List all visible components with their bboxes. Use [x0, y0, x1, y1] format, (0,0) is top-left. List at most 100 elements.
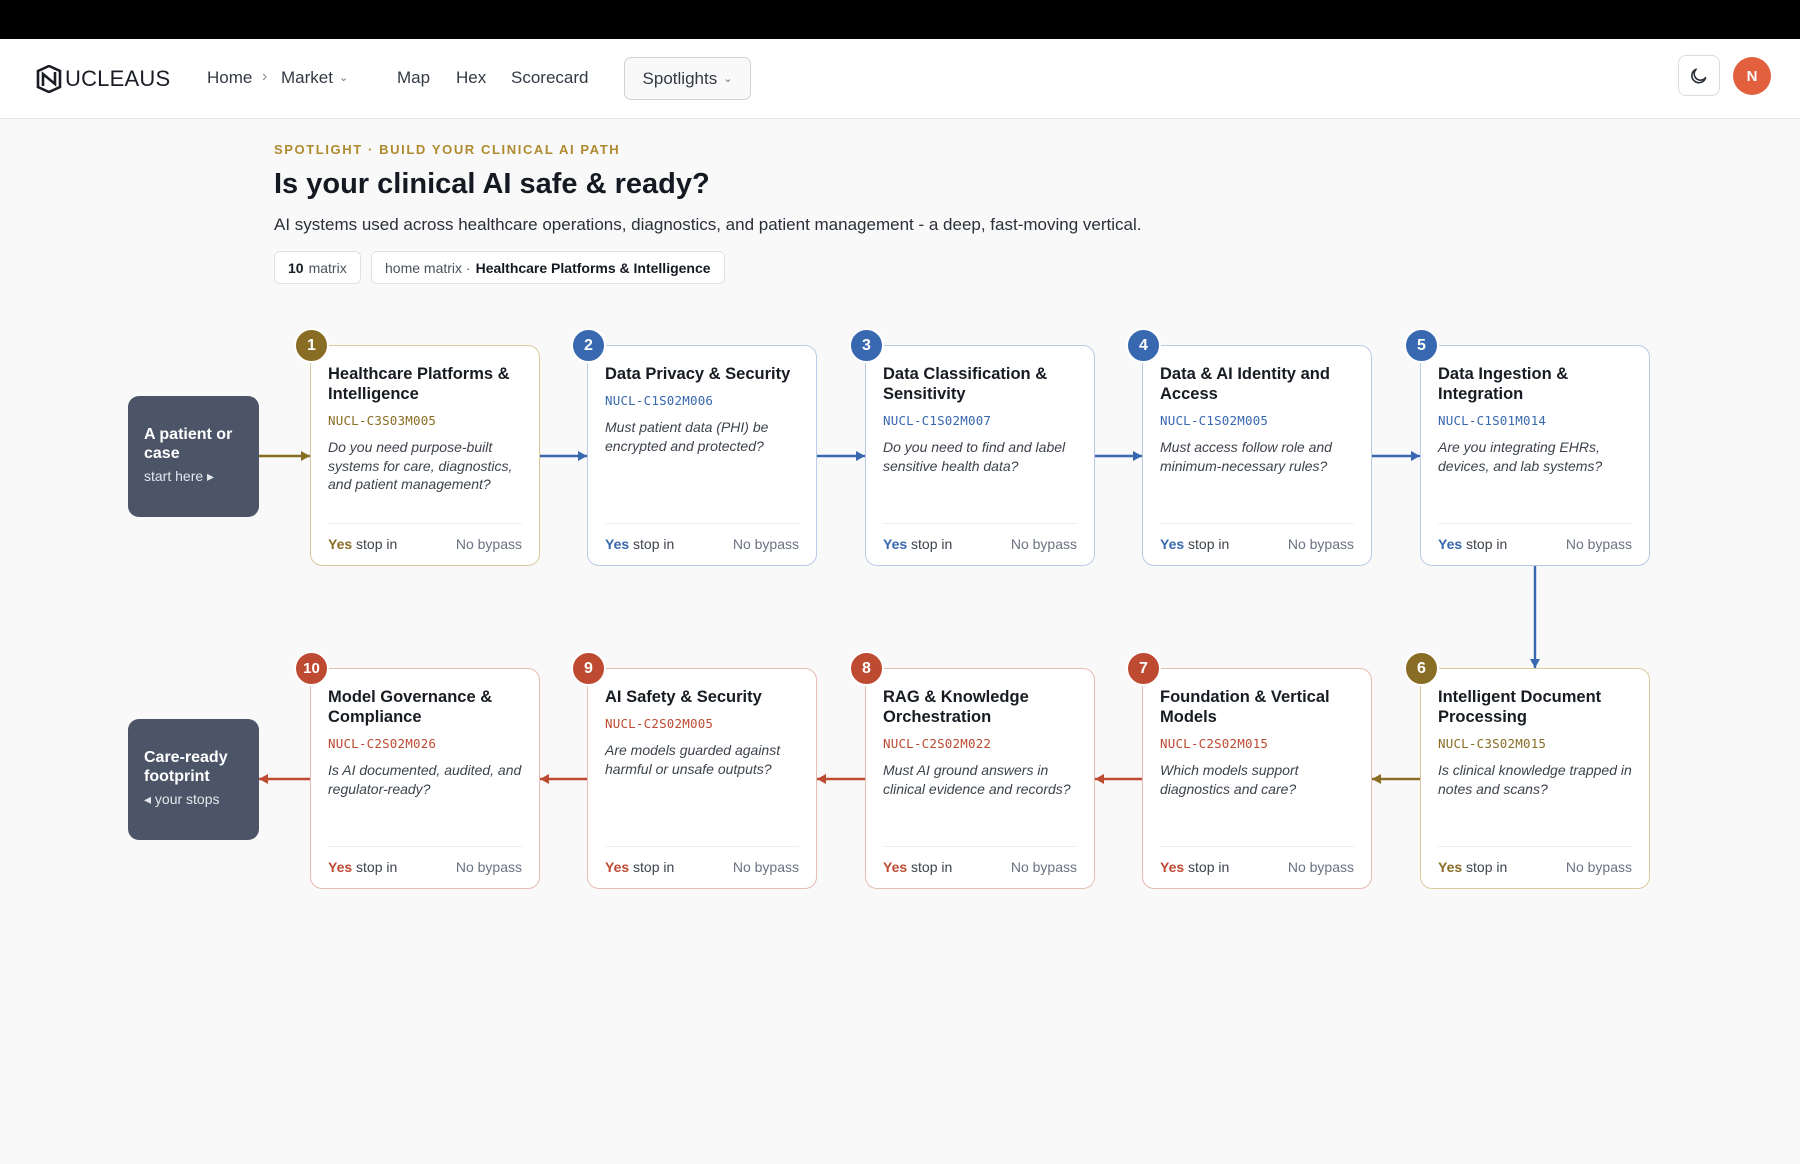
step-number-badge: 1 [294, 328, 329, 363]
step-yes: Yes stop in [605, 859, 674, 875]
nav-market-dropdown[interactable]: Market ⌄ [281, 68, 348, 88]
flow-end-node: Care-ready footprint ◂ your stops [128, 719, 259, 840]
step-yes: Yes stop in [1160, 859, 1229, 875]
step-number-badge: 3 [849, 328, 884, 363]
step-title: Data Ingestion & Integration [1438, 365, 1569, 403]
step-yes: Yes stop in [328, 859, 397, 875]
step-yes: Yes stop in [1438, 536, 1507, 552]
step-code: NUCL-C2S02M026 [328, 736, 437, 751]
nav-hex-link[interactable]: Hex [456, 68, 486, 88]
step-card-1[interactable]: Healthcare Platforms & Intelligence NUCL-… [310, 345, 540, 566]
step-title: Model Governance & Compliance [328, 688, 493, 726]
step-question: Do you need purpose-built systems for ca… [328, 439, 513, 492]
connector-8-to-9 [817, 774, 865, 784]
step-stop-label: stop in [633, 536, 675, 552]
step-card-9[interactable]: AI Safety & Security NUCL-C2S02M005 Are mo… [587, 668, 817, 889]
step-code: NUCL-C1S02M005 [1160, 413, 1269, 428]
step-footer: Yes stop in No bypass [1160, 846, 1354, 875]
step-code: NUCL-C2S02M005 [605, 716, 714, 731]
flow-start-title: A patient or case [144, 426, 233, 462]
step-bypass-label: No bypass [1010, 536, 1077, 552]
step-title: Data Privacy & Security [605, 365, 791, 383]
step-number-badge: 5 [1404, 328, 1439, 363]
eyebrow-label: SPOTLIGHT · BUILD YOUR CLINICAL AI PATH [274, 142, 621, 157]
logo[interactable]: UCLEAUS [34, 65, 170, 93]
step-number-badge: 6 [1404, 651, 1439, 686]
step-code: NUCL-C1S02M007 [883, 413, 992, 428]
connector-start-to-1 [259, 451, 310, 461]
step-yes-label: Yes [1438, 859, 1463, 875]
step-footer: Yes stop in No bypass [328, 523, 522, 552]
matrix-count-pill: 10 matrix [274, 251, 361, 284]
step-bypass-label: No bypass [1010, 859, 1077, 875]
user-avatar[interactable]: N [1733, 57, 1771, 95]
step-number-badge: 4 [1126, 328, 1161, 363]
step-yes: Yes stop in [883, 536, 952, 552]
step-yes-label: Yes [1438, 536, 1463, 552]
step-stop-label: stop in [356, 536, 398, 552]
step-number-badge: 9 [571, 651, 606, 686]
step-card-7[interactable]: Foundation & Vertical Models NUCL-C2S02M0… [1142, 668, 1372, 889]
step-title: AI Safety & Security [605, 688, 762, 706]
step-yes-label: Yes [1160, 859, 1185, 875]
matrix-count-label: matrix [308, 259, 347, 276]
step-footer: Yes stop in No bypass [883, 846, 1077, 875]
step-card-8[interactable]: RAG & Knowledge Orchestration NUCL-C2S02M… [865, 668, 1095, 889]
theme-toggle-button[interactable] [1678, 55, 1720, 96]
step-question: Do you need to find and label sensitive … [883, 439, 1066, 474]
step-card-4[interactable]: Data & AI Identity and Access NUCL-C1S02M… [1142, 345, 1372, 566]
logo-text: UCLEAUS [65, 66, 171, 91]
step-stop-label: stop in [356, 859, 398, 875]
step-bypass-label: No bypass [732, 536, 799, 552]
step-card-3[interactable]: Data Classification & Sensitivity NUCL-C1… [865, 345, 1095, 566]
flow-start-sub: start here ▸ [144, 468, 215, 484]
connector-5-to-6 [1530, 566, 1540, 668]
step-stop-label: stop in [1188, 536, 1230, 552]
step-code: NUCL-C2S02M015 [1160, 736, 1269, 751]
chevron-down-icon: ⌄ [723, 73, 733, 85]
moon-icon [1691, 67, 1707, 83]
step-stop-label: stop in [1188, 859, 1230, 875]
step-yes: Yes stop in [328, 536, 397, 552]
step-code: NUCL-C1S01M014 [1438, 413, 1547, 428]
page-title: Is your clinical AI safe & ready? [274, 168, 710, 200]
step-code: NUCL-C1S02M006 [605, 393, 714, 408]
spotlights-dropdown[interactable]: Spotlights ⌄ [624, 57, 751, 100]
step-title: RAG & Knowledge Orchestration [883, 688, 1029, 726]
step-card-6[interactable]: Intelligent Document Processing NUCL-C3S0… [1420, 668, 1650, 889]
home-matrix-value: Healthcare Platforms & Intelligence [475, 259, 711, 276]
step-question: Must AI ground answers in clinical evide… [883, 762, 1071, 797]
flow-end-title: Care-ready footprint [144, 749, 228, 785]
step-yes-label: Yes [883, 859, 908, 875]
connector-10-to-end [259, 774, 310, 784]
step-number-badge: 2 [571, 328, 606, 363]
step-card-10[interactable]: Model Governance & Compliance NUCL-C2S02M… [310, 668, 540, 889]
page-subtitle: AI systems used across healthcare operat… [274, 215, 1142, 234]
step-yes-label: Yes [605, 859, 630, 875]
spotlights-label: Spotlights [642, 68, 718, 88]
step-bypass-label: No bypass [455, 536, 522, 552]
step-yes-label: Yes [328, 536, 353, 552]
step-question: Must access follow role and minimum-nece… [1160, 439, 1332, 474]
step-yes: Yes stop in [883, 859, 952, 875]
step-bypass-label: No bypass [1287, 859, 1354, 875]
step-question: Is AI documented, audited, and regulator… [328, 762, 522, 797]
step-footer: Yes stop in No bypass [1438, 846, 1632, 875]
flow-connectors [259, 451, 1540, 784]
step-yes-label: Yes [605, 536, 630, 552]
step-stop-label: stop in [911, 859, 953, 875]
nav-scorecard-link[interactable]: Scorecard [511, 68, 588, 88]
step-card-5[interactable]: Data Ingestion & Integration NUCL-C1S01M0… [1420, 345, 1650, 566]
step-footer: Yes stop in No bypass [605, 523, 799, 552]
nav-map-link[interactable]: Map [397, 68, 430, 88]
home-matrix-label: home matrix · [385, 259, 471, 276]
connector-1-to-2 [540, 451, 587, 461]
step-title: Data & AI Identity and Access [1160, 365, 1330, 403]
step-card-2[interactable]: Data Privacy & Security NUCL-C1S02M006 Mus… [587, 345, 817, 566]
step-stop-label: stop in [1466, 859, 1508, 875]
connector-4-to-5 [1372, 451, 1420, 461]
step-question: Is clinical knowledge trapped in notes a… [1438, 762, 1632, 797]
nav-home-link[interactable]: Home [207, 68, 252, 88]
step-footer: Yes stop in No bypass [883, 523, 1077, 552]
logo-mark-icon [36, 65, 62, 93]
